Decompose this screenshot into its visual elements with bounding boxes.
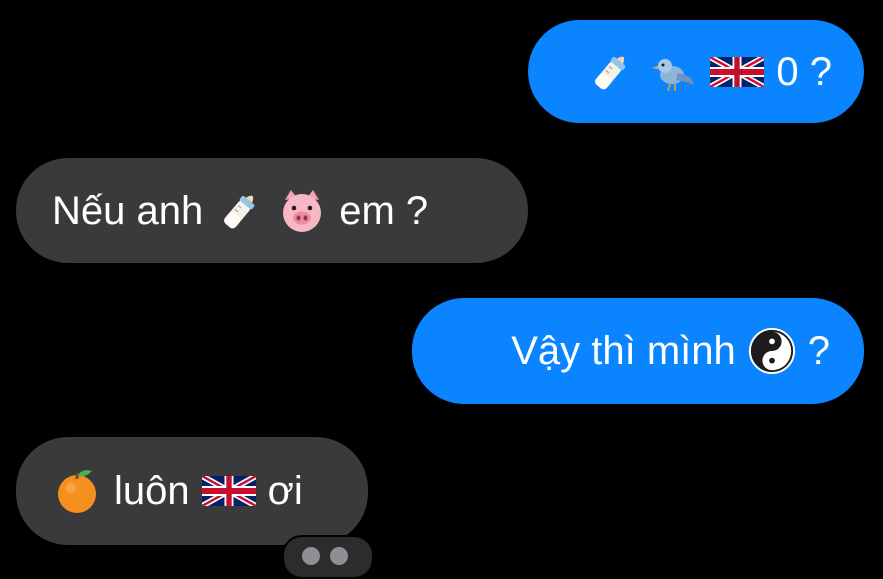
- uk-flag-emoji: [201, 476, 256, 506]
- reaction-icon: [302, 547, 320, 565]
- tangerine-emoji: [52, 466, 102, 516]
- reaction-icon: [330, 547, 348, 565]
- yin-yang-emoji: [748, 327, 796, 375]
- uk-flag-emoji: [710, 56, 765, 87]
- reaction-chip[interactable]: [282, 535, 374, 579]
- message-text: em ?: [339, 188, 429, 233]
- message-bubble-sent[interactable]: Vậy thì mình ?: [412, 298, 864, 404]
- message-text: 0 ?: [776, 49, 832, 94]
- message-text: ơi: [267, 469, 303, 513]
- message-text: ?: [807, 329, 830, 373]
- message-bubble-received[interactable]: luôn ơi: [16, 437, 368, 545]
- baby-bottle-emoji: [586, 47, 636, 97]
- baby-bottle-emoji: [215, 186, 265, 236]
- message-bubble-sent[interactable]: 0 ?: [528, 20, 864, 123]
- message-text: Vậy thì mình: [511, 329, 736, 373]
- message-text: luôn: [114, 469, 190, 513]
- pig-face-emoji: [277, 186, 327, 236]
- bird-emoji: [648, 47, 698, 97]
- message-text: Nếu anh: [52, 188, 204, 233]
- message-bubble-received[interactable]: Nếu anh em ?: [16, 158, 528, 263]
